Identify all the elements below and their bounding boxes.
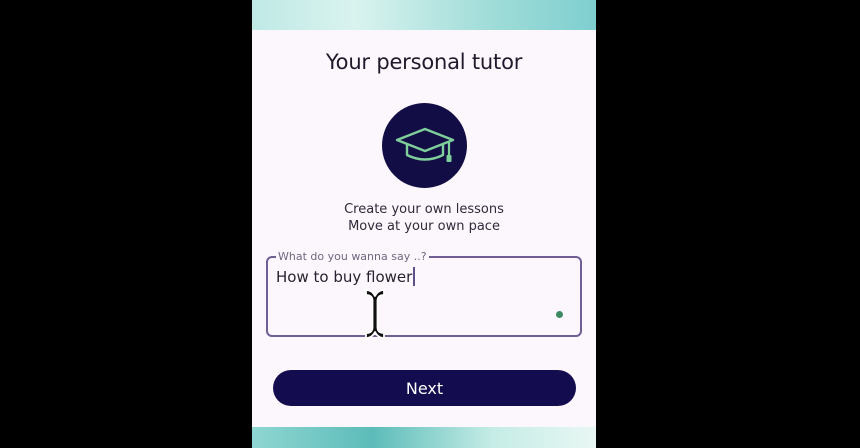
text-caret xyxy=(413,267,415,286)
graduation-cap-icon xyxy=(394,126,456,166)
message-input-value[interactable]: How to buy flower xyxy=(276,267,415,286)
message-input-label: What do you wanna say ..? xyxy=(276,250,429,263)
message-input-text: How to buy flower xyxy=(276,268,413,286)
logo-badge xyxy=(382,103,467,188)
app-screen: Your personal tutor Create your own less… xyxy=(252,0,596,448)
top-gradient-band xyxy=(252,0,596,30)
next-button-label: Next xyxy=(405,378,444,398)
page-title: Your personal tutor xyxy=(325,50,523,74)
bottom-gradient-band xyxy=(252,427,596,448)
next-button[interactable]: Next xyxy=(273,370,576,406)
tagline-pace: Move at your own pace xyxy=(348,219,500,234)
tagline-create: Create your own lessons xyxy=(344,202,504,217)
status-dot xyxy=(556,311,563,318)
text-cursor-icon xyxy=(361,287,389,341)
